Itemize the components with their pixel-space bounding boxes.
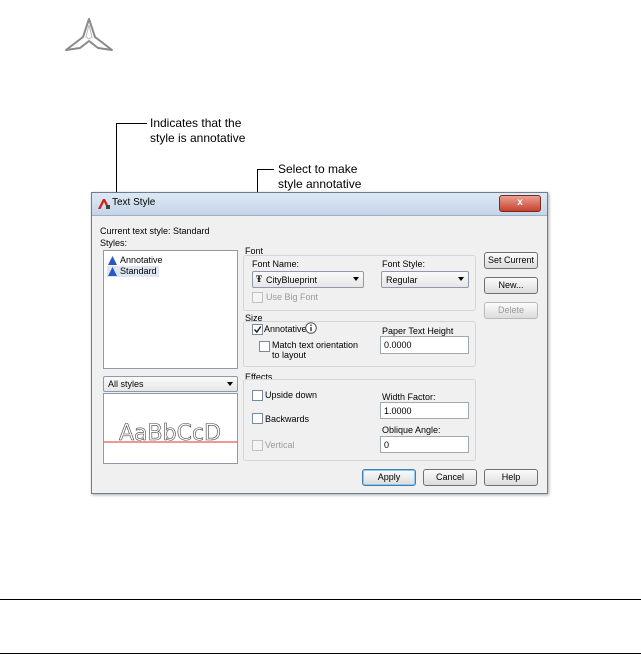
set-current-button[interactable]: Set Current [484, 252, 538, 269]
check-icon [253, 326, 262, 334]
width-factor-value: 1.0000 [384, 406, 412, 416]
styles-label: Styles: [100, 238, 128, 248]
upside-down-checkbox[interactable] [252, 390, 263, 401]
paper-height-value: 0.0000 [384, 340, 412, 350]
oblique-angle-label: Oblique Angle: [382, 425, 441, 435]
width-factor-input[interactable]: 1.0000 [380, 402, 469, 419]
callout-text-line: Indicates that the [150, 116, 242, 130]
annotative-indicator-callout: Indicates that the style is annotative [150, 116, 245, 146]
match-orientation-line: to layout [272, 350, 307, 360]
autocad-app-icon [98, 199, 110, 209]
style-item-annotative[interactable]: Annotative [107, 255, 232, 266]
text-style-dialog: Text Style x Current text style: Standar… [91, 192, 548, 494]
annotative-style-icon [108, 267, 117, 276]
font-name-value: CityBlueprint [266, 275, 318, 285]
current-style-label: Current text style: Standard [100, 226, 210, 236]
use-big-font-checkbox[interactable] [252, 292, 263, 303]
delete-button[interactable]: Delete [484, 302, 538, 319]
style-preview: AaBbCcD [103, 393, 238, 464]
filter-value: All styles [108, 379, 144, 389]
new-button[interactable]: New... [484, 277, 538, 294]
oblique-angle-value: 0 [384, 440, 390, 450]
annotative-tip-icon [65, 18, 113, 51]
style-item-label: Annotative [120, 255, 163, 265]
callout-text-line: Select to make [278, 162, 358, 176]
annotative-style-icon [108, 256, 117, 265]
callout-text-line: style annotative [278, 177, 362, 191]
backwards-checkbox[interactable] [252, 413, 263, 424]
styles-filter-dropdown[interactable]: All styles [103, 376, 238, 392]
preview-canvas: AaBbCcD [104, 421, 237, 446]
close-button[interactable]: x [499, 195, 541, 212]
match-orientation-label: Match text orientation to layout [272, 340, 358, 360]
match-orientation-checkbox[interactable] [259, 341, 270, 352]
close-icon: x [517, 197, 523, 208]
annotative-checkbox[interactable] [252, 324, 263, 335]
style-item-standard[interactable]: Standard [107, 266, 159, 277]
preview-sample-text: AaBbCcD [119, 421, 221, 446]
font-style-label: Font Style: [382, 259, 426, 269]
oblique-angle-input[interactable]: 0 [380, 436, 469, 453]
upside-down-label: Upside down [265, 390, 318, 400]
width-factor-label: Width Factor: [382, 392, 436, 402]
font-style-value: Regular [386, 275, 418, 285]
chevron-down-icon [227, 382, 233, 386]
font-name-label: Font Name: [252, 259, 300, 269]
section-divider-top [0, 599, 641, 600]
dialog-title: Text Style [112, 197, 156, 208]
annotative-label: Annotative [264, 324, 307, 334]
use-big-font-label: Use Big Font [266, 292, 319, 302]
callout-text-line: style is annotative [150, 131, 246, 145]
chevron-down-icon [458, 277, 464, 281]
font-style-dropdown[interactable]: Regular [381, 271, 469, 288]
dialog-titlebar[interactable]: Text Style x [92, 193, 547, 216]
match-orientation-line: Match text orientation [272, 340, 359, 350]
styles-list[interactable]: Annotative Standard [103, 250, 238, 369]
style-item-label: Standard [120, 266, 157, 276]
select-annotative-callout: Select to make style annotative [278, 162, 361, 192]
backwards-label: Backwards [265, 414, 310, 424]
vertical-label: Vertical [265, 440, 295, 450]
info-icon[interactable] [305, 322, 317, 334]
vertical-checkbox[interactable] [252, 440, 263, 451]
callout-line-horizontal-1 [116, 123, 147, 124]
truetype-font-icon: Ŧ [256, 274, 263, 284]
apply-button[interactable]: Apply [362, 469, 416, 486]
paper-height-input[interactable]: 0.0000 [380, 336, 469, 354]
paper-height-label: Paper Text Height [382, 326, 454, 336]
callout-line-horizontal-2 [257, 169, 274, 170]
help-button[interactable]: Help [484, 469, 538, 486]
cancel-button[interactable]: Cancel [423, 469, 477, 486]
font-name-dropdown[interactable]: Ŧ CityBlueprint [252, 271, 364, 288]
chevron-down-icon [353, 277, 359, 281]
